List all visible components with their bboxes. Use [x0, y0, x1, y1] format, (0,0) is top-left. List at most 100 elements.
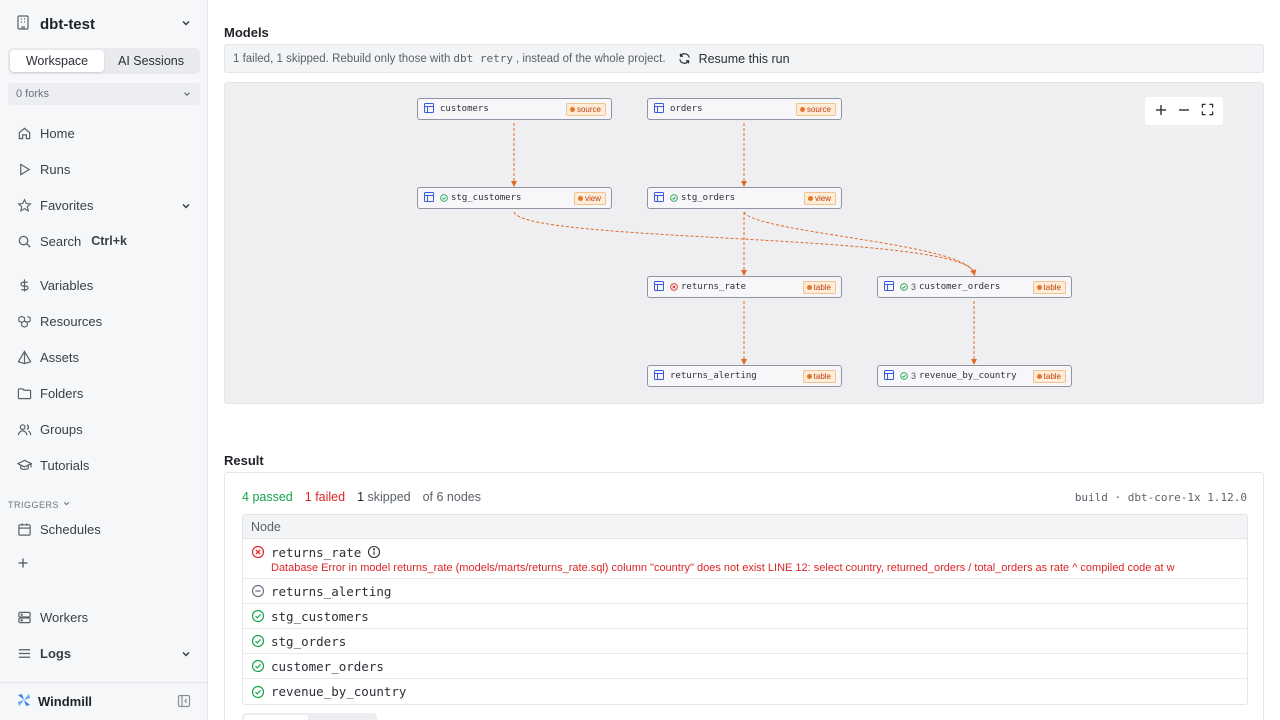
triggers-label: TRIGGERS — [8, 499, 60, 510]
table-row[interactable]: returns_alerting — [243, 579, 1247, 604]
dag-node-customers[interactable]: customers source — [417, 98, 612, 120]
sidebar-item-home[interactable]: Home — [16, 122, 196, 144]
models-title: Models — [224, 25, 269, 40]
zoom-out-icon[interactable] — [1177, 103, 1191, 120]
node-name: revenue_by_country — [271, 684, 407, 699]
sidebar-item-groups[interactable]: Groups — [16, 418, 196, 440]
dag-node-revenue-by-country[interactable]: 3 revenue_by_country table — [877, 365, 1072, 387]
table-row[interactable]: customer_orders — [243, 654, 1247, 679]
resume-run-button[interactable]: Resume this run — [678, 52, 790, 66]
table-icon — [654, 370, 664, 382]
chevron-down-icon — [180, 648, 192, 663]
passed-summary: 4 passed — [242, 490, 293, 504]
total-nodes: of 6 nodes — [422, 490, 481, 504]
skipped-label: skipped — [367, 490, 411, 504]
badge-label: view — [584, 194, 601, 203]
windmill-logo-icon — [16, 692, 32, 711]
zoom-controls — [1145, 97, 1223, 125]
failed-count: 1 — [304, 490, 312, 504]
table-icon — [424, 103, 434, 115]
table-row[interactable]: stg_customers — [243, 604, 1247, 629]
dag-node-returns-alerting[interactable]: returns_alerting table — [647, 365, 842, 387]
sidebar-item-assets[interactable]: Assets — [16, 346, 196, 368]
badge-label: table — [813, 283, 831, 292]
dag-graph[interactable]: customers source orders source stg_custo… — [224, 82, 1264, 404]
sidebar-item-label: Logs — [40, 645, 72, 661]
dag-node-label: returns_rate — [681, 282, 747, 292]
brand-name: Windmill — [38, 694, 93, 709]
sidebar-item-label: Schedules — [40, 521, 101, 537]
dag-node-stg-customers[interactable]: stg_customers view — [417, 187, 612, 209]
dag-node-customer-orders[interactable]: 3 customer_orders table — [877, 276, 1072, 298]
table-row[interactable]: returns_rate Database Error in model ret… — [243, 539, 1247, 579]
badge-label: table — [1043, 372, 1061, 381]
column-header-node: Node — [243, 515, 1247, 539]
sidebar-item-favorites[interactable]: Favorites — [16, 194, 196, 216]
dag-node-badge: source — [795, 103, 836, 116]
sidebar-item-label: Tutorials — [40, 457, 90, 473]
server-icon — [16, 609, 32, 625]
sidebar-item-schedules[interactable]: Schedules — [16, 518, 196, 540]
dag-node-returns-rate[interactable]: returns_rate table — [647, 276, 842, 298]
search-icon — [16, 233, 32, 249]
sidebar-item-label: Home — [40, 125, 75, 141]
badge-label: source — [806, 105, 831, 114]
folder-icon — [16, 385, 32, 401]
retry-command: dbt retry — [453, 52, 513, 65]
sidebar: dbt-test Workspace AI Sessions 0 forks H… — [0, 0, 208, 720]
dag-edge — [743, 211, 976, 276]
result-table: Node returns_rate Database Error in mode… — [242, 514, 1248, 705]
failed-label: failed — [315, 490, 346, 504]
forks-selector[interactable]: 0 forks — [8, 83, 200, 105]
sidebar-item-runs[interactable]: Runs — [16, 158, 196, 180]
node-name: stg_customers — [271, 608, 369, 624]
sidebar-item-label: Assets — [40, 349, 80, 365]
calendar-icon — [16, 521, 32, 537]
dag-node-orders[interactable]: orders source — [647, 98, 842, 120]
sidebar-item-folders[interactable]: Folders — [16, 382, 196, 404]
result-tab[interactable] — [244, 715, 308, 720]
badge-label: table — [813, 372, 831, 381]
sidebar-item-workers[interactable]: Workers — [16, 606, 196, 628]
error-message: Database Error in model returns_rate (mo… — [271, 562, 1175, 574]
table-icon — [424, 192, 434, 204]
dag-node-label: returns_alerting — [670, 371, 757, 381]
add-trigger-icon[interactable] — [16, 556, 30, 570]
retry-prefix: 1 failed, 1 skipped. Rebuild only those … — [233, 52, 451, 65]
tab-ai-sessions[interactable]: AI Sessions — [104, 50, 198, 72]
node-name: customer_orders — [271, 658, 384, 674]
dag-node-stg-orders[interactable]: stg_orders view — [647, 187, 842, 209]
failed-summary: 1 failed — [305, 490, 345, 504]
chevron-down-icon — [180, 200, 192, 215]
sidebar-item-label: Runs — [40, 161, 71, 177]
chevron-down-icon — [180, 17, 192, 32]
passed-label: passed — [252, 490, 293, 504]
fit-view-icon[interactable] — [1201, 103, 1214, 119]
badge-dot-icon — [577, 196, 583, 201]
sidebar-item-logs[interactable]: Logs — [16, 642, 196, 664]
collapse-sidebar-icon[interactable] — [177, 694, 191, 711]
table-icon — [654, 103, 664, 115]
workspace-selector[interactable]: dbt-test — [16, 14, 196, 34]
result-tabs — [242, 713, 377, 720]
zoom-in-icon[interactable] — [1154, 103, 1168, 120]
failed-icon — [251, 545, 265, 559]
table-icon — [884, 370, 894, 382]
passed-icon — [670, 194, 678, 202]
table-row[interactable]: revenue_by_country — [243, 679, 1247, 704]
sidebar-item-tutorials[interactable]: Tutorials — [16, 454, 196, 476]
info-icon[interactable] — [367, 545, 381, 559]
table-icon — [654, 192, 664, 204]
badge-dot-icon — [806, 285, 812, 290]
table-row[interactable]: stg_orders — [243, 629, 1247, 654]
retry-banner: 1 failed, 1 skipped. Rebuild only those … — [224, 44, 1264, 73]
sidebar-item-search[interactable]: Search Ctrl+k — [16, 230, 196, 252]
brand-footer: Windmill — [0, 682, 207, 720]
sidebar-item-variables[interactable]: Variables — [16, 274, 196, 296]
sidebar-item-resources[interactable]: Resources — [16, 310, 196, 332]
tab-workspace[interactable]: Workspace — [10, 50, 104, 72]
dag-node-badge: table — [1032, 370, 1066, 383]
dag-node-badge: table — [802, 370, 836, 383]
badge-dot-icon — [807, 196, 813, 201]
triggers-section-toggle[interactable]: TRIGGERS — [8, 499, 71, 510]
